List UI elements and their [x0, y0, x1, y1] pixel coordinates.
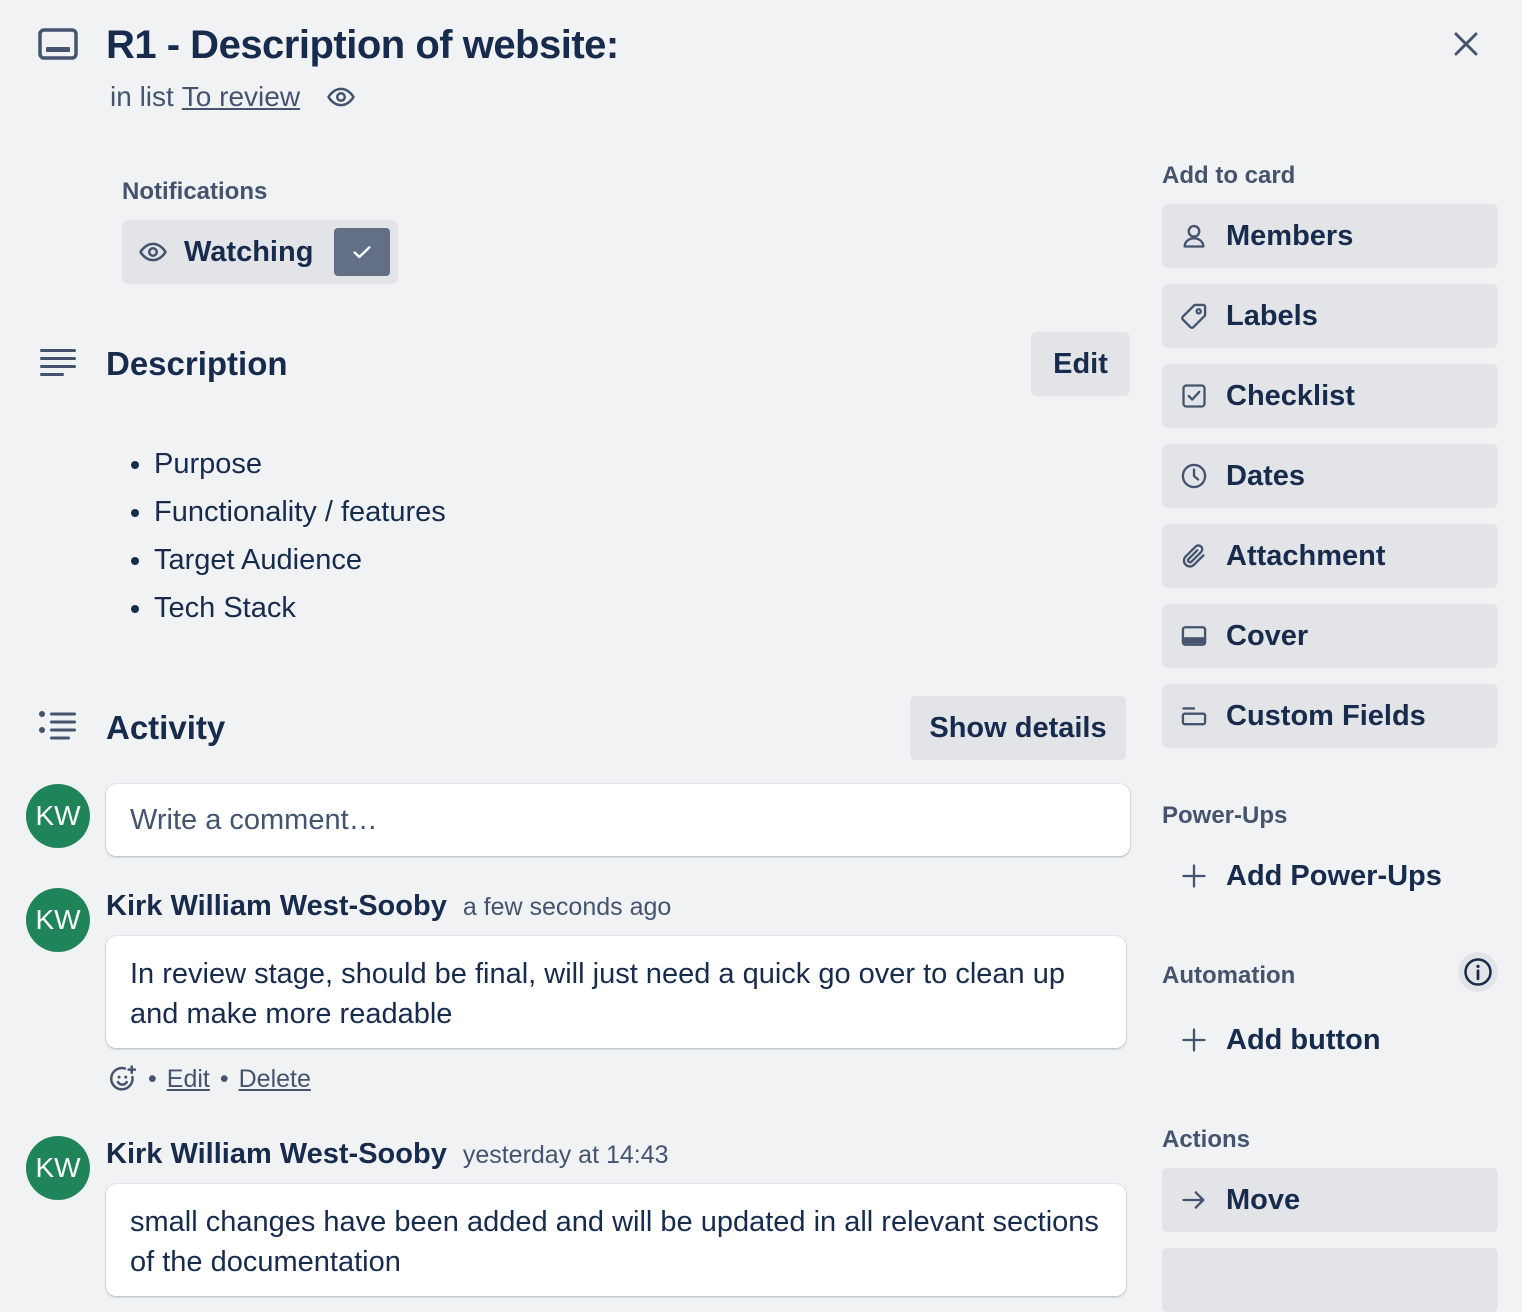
person-icon: [1180, 222, 1208, 250]
move-label: Move: [1226, 1183, 1301, 1216]
delete-comment-link[interactable]: Delete: [239, 1065, 311, 1094]
close-icon: [1454, 32, 1478, 56]
list-link[interactable]: To review: [182, 78, 300, 116]
comment-header: Kirk William West-Sooby a few seconds ag…: [106, 890, 671, 923]
show-details-button[interactable]: Show details: [910, 696, 1126, 760]
check-icon: [334, 228, 390, 276]
add-button-button[interactable]: Add button: [1162, 1008, 1498, 1072]
comment-body: In review stage, should be final, will j…: [106, 936, 1126, 1048]
checklist-label: Checklist: [1226, 379, 1355, 412]
tag-icon: [1180, 302, 1208, 330]
description-title: Description: [106, 345, 288, 382]
comment-time[interactable]: a few seconds ago: [463, 893, 671, 922]
edit-comment-link[interactable]: Edit: [167, 1065, 210, 1094]
info-icon[interactable]: [1458, 952, 1498, 992]
attachment-button[interactable]: Attachment: [1162, 524, 1498, 588]
add-button-label: Add button: [1226, 1023, 1381, 1056]
activity-icon: [38, 710, 78, 750]
edit-description-button[interactable]: Edit: [1031, 332, 1130, 396]
add-reaction-icon[interactable]: [108, 1064, 138, 1094]
custom-fields-label: Custom Fields: [1226, 699, 1426, 732]
actions-label: Actions: [1162, 1126, 1251, 1153]
labels-button[interactable]: Labels: [1162, 284, 1498, 348]
separator: •: [148, 1064, 157, 1093]
activity-title: Activity: [106, 709, 226, 746]
move-button[interactable]: Move: [1162, 1168, 1498, 1232]
labels-label: Labels: [1226, 299, 1318, 332]
card-title[interactable]: R1 - Description of website:: [106, 18, 619, 72]
eye-icon: [326, 82, 356, 112]
avatar[interactable]: KW: [26, 888, 90, 952]
add-power-ups-label: Add Power-Ups: [1226, 859, 1442, 892]
attachment-label: Attachment: [1226, 539, 1386, 572]
list-info: in list To review: [110, 78, 356, 116]
card-icon: [38, 28, 78, 62]
cover-icon: [1180, 622, 1208, 650]
separator: •: [219, 1064, 229, 1093]
comment-body: small changes have been added and will b…: [106, 1184, 1126, 1296]
dates-button[interactable]: Dates: [1162, 444, 1498, 508]
notifications-label: Notifications: [122, 178, 268, 205]
avatar[interactable]: KW: [26, 784, 90, 848]
next-action-button[interactable]: [1162, 1248, 1498, 1312]
description-item: Functionality / features: [154, 488, 446, 536]
custom-fields-icon: [1180, 702, 1208, 730]
arrow-right-icon: [1180, 1186, 1208, 1214]
add-power-ups-button[interactable]: Add Power-Ups: [1162, 844, 1498, 908]
description-item: Purpose: [154, 440, 446, 488]
custom-fields-button[interactable]: Custom Fields: [1162, 684, 1498, 748]
eye-icon: [138, 237, 168, 267]
list-prefix: in list: [110, 81, 174, 112]
checkbox-icon: [1180, 382, 1208, 410]
plus-icon: [1180, 1026, 1208, 1054]
comment-header: Kirk William West-Sooby yesterday at 14:…: [106, 1138, 669, 1171]
power-ups-label: Power-Ups: [1162, 802, 1288, 829]
description-item: Tech Stack: [154, 584, 446, 632]
paperclip-icon: [1180, 542, 1208, 570]
description-icon: [38, 346, 78, 386]
comment-time[interactable]: yesterday at 14:43: [463, 1141, 669, 1170]
comment-input[interactable]: Write a comment…: [106, 784, 1130, 856]
watch-label: Watching: [184, 235, 314, 268]
clock-icon: [1180, 462, 1208, 490]
comment-author[interactable]: Kirk William West-Sooby: [106, 1138, 447, 1171]
avatar[interactable]: KW: [26, 1136, 90, 1200]
members-label: Members: [1226, 219, 1354, 252]
checklist-button[interactable]: Checklist: [1162, 364, 1498, 428]
cover-button[interactable]: Cover: [1162, 604, 1498, 668]
plus-icon: [1180, 862, 1208, 890]
cover-label: Cover: [1226, 619, 1309, 652]
automation-label: Automation: [1162, 962, 1296, 989]
comment-author[interactable]: Kirk William West-Sooby: [106, 890, 447, 923]
description-item: Target Audience: [154, 536, 446, 584]
watch-button[interactable]: Watching: [122, 220, 398, 284]
dates-label: Dates: [1226, 459, 1305, 492]
members-button[interactable]: Members: [1162, 204, 1498, 268]
close-button[interactable]: [1446, 24, 1486, 64]
comment-actions: • Edit • Delete: [108, 1064, 311, 1094]
description-list: Purpose Functionality / features Target …: [110, 440, 446, 632]
add-to-card-label: Add to card: [1162, 162, 1296, 189]
